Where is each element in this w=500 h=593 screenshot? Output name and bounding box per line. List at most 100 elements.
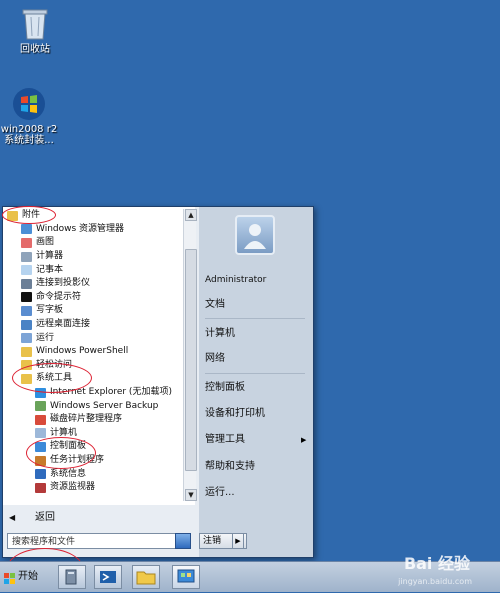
program-item[interactable]: 运行 [21, 331, 54, 345]
programs-list: 附件 Windows 资源管理器 画图计算器记事本连接到投影仪 命令提示符写字板远程桌… [3, 207, 195, 505]
program-label: Windows 资源管理器 [36, 223, 125, 234]
program-item[interactable]: 计算机 [35, 427, 77, 441]
program-item[interactable]: 记事本 [21, 263, 63, 277]
avatar[interactable] [235, 215, 275, 255]
program-label: Internet Explorer (无加载项) [50, 387, 172, 398]
backup-icon [35, 401, 46, 412]
win2008-shortcut[interactable]: win2008 r2 系统封装... [0, 86, 64, 146]
program-item[interactable]: 系统工具 [21, 372, 72, 386]
devices-printers-link[interactable]: 设备和打印机 [205, 404, 265, 424]
program-item[interactable]: 附件 [7, 209, 40, 223]
back-arrow-icon: ◀ [9, 513, 16, 522]
program-item[interactable]: Windows 资源管理器 [21, 223, 124, 237]
program-label: 计算机 [50, 427, 78, 438]
folder-icon [21, 360, 32, 371]
control-panel-icon [35, 441, 46, 452]
programs-scrollbar[interactable]: ▲ ▼ [183, 209, 197, 501]
program-item[interactable]: 计算器 [21, 250, 63, 264]
program-label: 连接到投影仪 [36, 278, 91, 289]
logoff-options-button[interactable]: ▶ [232, 533, 244, 549]
program-label: 资源监视器 [50, 482, 96, 493]
scroll-down-icon[interactable]: ▼ [185, 489, 197, 501]
back-button[interactable]: ◀ 返回 [3, 509, 195, 527]
folder-icon [7, 210, 18, 221]
desktop-icon-label: 回收站 [20, 44, 50, 55]
projector-icon [21, 278, 32, 289]
explorer-icon[interactable] [132, 565, 160, 589]
program-item[interactable]: 系统信息 [35, 467, 86, 481]
desktop-icon-label: win2008 r2 系统封装... [0, 124, 58, 146]
ie-icon [35, 387, 46, 398]
wordpad-icon [21, 305, 32, 316]
program-label: 轻松访问 [36, 359, 73, 370]
program-label: 附件 [22, 210, 41, 221]
powershell-icon[interactable] [94, 565, 122, 589]
program-item[interactable]: Internet Explorer (无加载项) [35, 386, 172, 400]
folder-icon [21, 373, 32, 384]
program-label: 计算器 [36, 251, 64, 262]
task-scheduler-icon [35, 455, 46, 466]
program-item[interactable]: 连接到投影仪 [21, 277, 90, 291]
program-item[interactable]: 控制面板 [35, 440, 86, 454]
remote-desktop-icon [21, 319, 32, 330]
program-item[interactable]: 轻松访问 [21, 359, 72, 373]
program-label: 控制面板 [50, 441, 87, 452]
paint-icon [21, 237, 32, 248]
program-item[interactable]: 画图 [21, 236, 54, 250]
run-link[interactable]: 运行... [205, 483, 235, 503]
watermark: Bai 经验 [403, 554, 470, 573]
program-item[interactable]: 资源监视器 [35, 481, 95, 495]
program-item[interactable]: 磁盘碎片整理程序 [35, 413, 122, 427]
program-item[interactable]: 命令提示符 [21, 291, 81, 305]
program-label: 记事本 [36, 264, 64, 275]
explorer-icon [21, 224, 32, 235]
admin-tools-link[interactable]: 管理工具 [205, 430, 245, 450]
program-label: 磁盘碎片整理程序 [50, 414, 123, 425]
control-panel-icon[interactable] [172, 565, 200, 589]
search-icon[interactable] [175, 533, 191, 549]
notepad-icon [21, 265, 32, 276]
resource-monitor-icon [35, 482, 46, 493]
program-label: 命令提示符 [36, 291, 82, 302]
network-link[interactable]: 网络 [205, 349, 225, 369]
folder-icon [21, 346, 32, 357]
program-item[interactable]: Windows PowerShell [21, 345, 128, 359]
program-item[interactable]: 任务计划程序 [35, 454, 104, 468]
defrag-icon [35, 414, 46, 425]
windows-logo-icon [4, 571, 15, 584]
right-pane: Administrator 文档 计算机 网络 控制面板 设备和打印机 管理工具… [199, 207, 313, 557]
program-item[interactable]: 写字板 [21, 304, 63, 318]
start-button[interactable]: 开始 [2, 566, 42, 588]
computer-link[interactable]: 计算机 [205, 324, 235, 344]
computer-icon [35, 428, 46, 439]
scroll-up-icon[interactable]: ▲ [185, 209, 197, 221]
program-item[interactable]: Windows Server Backup [35, 399, 158, 413]
cmd-icon [21, 292, 32, 303]
user-name[interactable]: Administrator [205, 270, 266, 290]
server-manager-icon[interactable] [58, 565, 86, 589]
watermark-url: jingyan.baidu.com [398, 577, 472, 586]
recycle-bin-icon [17, 6, 53, 42]
help-support-link[interactable]: 帮助和支持 [205, 457, 255, 477]
program-label: 系统工具 [36, 373, 73, 384]
program-item[interactable]: 远程桌面连接 [21, 318, 90, 332]
program-label: Windows Server Backup [50, 400, 159, 411]
run-icon [21, 333, 32, 344]
search-input[interactable]: 搜索程序和文件 [7, 533, 189, 549]
submenu-arrow-icon: ▶ [301, 436, 307, 444]
program-label: 任务计划程序 [50, 455, 105, 466]
control-panel-link[interactable]: 控制面板 [205, 378, 245, 398]
scroll-thumb[interactable] [185, 249, 197, 471]
program-label: 系统信息 [50, 468, 87, 479]
program-label: 画图 [36, 237, 55, 248]
recycle-bin-shortcut[interactable]: 回收站 [0, 6, 70, 55]
calculator-icon [21, 251, 32, 262]
program-label: 写字板 [36, 305, 64, 316]
documents-link[interactable]: 文档 [205, 295, 225, 315]
program-label: 远程桌面连接 [36, 319, 91, 330]
program-label: 运行 [36, 332, 55, 343]
program-label: Windows PowerShell [36, 346, 129, 357]
taskbar: 开始 Bai 经验 jingyan.baidu.com [0, 554, 500, 592]
start-menu: 附件 Windows 资源管理器 画图计算器记事本连接到投影仪 命令提示符写字板远程桌… [2, 206, 314, 558]
windows-logo-icon [11, 86, 47, 122]
